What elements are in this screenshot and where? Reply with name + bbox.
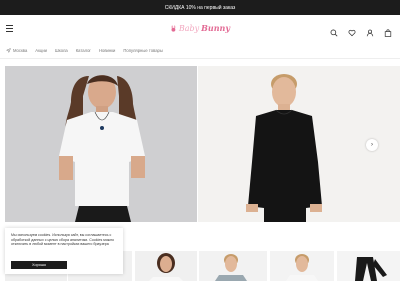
header-divider bbox=[0, 58, 400, 59]
nav-item-promotions[interactable]: Акции bbox=[35, 48, 47, 53]
location-arrow-icon bbox=[6, 47, 11, 53]
cookie-accept-button[interactable]: Хорошо bbox=[11, 261, 67, 269]
logo-text-bunny: Bunny bbox=[201, 23, 230, 33]
promo-bar: СКИДКА 10% на первый заказ bbox=[0, 0, 400, 15]
bag-icon[interactable] bbox=[384, 24, 392, 37]
heart-icon[interactable] bbox=[348, 24, 356, 37]
slider-next-button[interactable]: › bbox=[366, 139, 378, 151]
cookie-banner: Мы используем cookies. Используя сайт, в… bbox=[5, 228, 123, 274]
promo-text: СКИДКА 10% на первый заказ bbox=[164, 4, 236, 11]
nav-item-popular[interactable]: Популярные товары bbox=[123, 48, 163, 53]
hero-banner-girl[interactable] bbox=[5, 66, 197, 222]
cookie-text: Мы используем cookies. Используя сайт, в… bbox=[11, 233, 115, 247]
logo-text-baby: Baby bbox=[178, 23, 200, 33]
girl-photo bbox=[5, 66, 197, 222]
thumbnail-5[interactable] bbox=[270, 251, 334, 281]
user-icon[interactable] bbox=[366, 24, 374, 37]
site-header: Baby Bunny bbox=[0, 15, 400, 41]
nav-item-school[interactable]: Школа bbox=[55, 48, 68, 53]
location-label: Москва bbox=[13, 47, 28, 53]
nav-item-new[interactable]: Новинки bbox=[99, 48, 115, 53]
main-nav: Москва Акции Школа Каталог Новинки Попул… bbox=[6, 46, 163, 54]
site-logo[interactable]: Baby Bunny bbox=[170, 21, 230, 35]
thumbnail-3[interactable] bbox=[135, 251, 197, 281]
bunny-logo-icon bbox=[171, 24, 176, 32]
thumbnail-6[interactable] bbox=[337, 251, 400, 281]
location-selector[interactable]: Москва bbox=[6, 48, 27, 53]
search-icon[interactable] bbox=[330, 24, 338, 37]
nav-item-catalog[interactable]: Каталог bbox=[76, 48, 91, 53]
thumbnail-4[interactable] bbox=[199, 251, 267, 281]
menu-icon[interactable] bbox=[6, 25, 13, 32]
chevron-right-icon: › bbox=[371, 142, 373, 148]
